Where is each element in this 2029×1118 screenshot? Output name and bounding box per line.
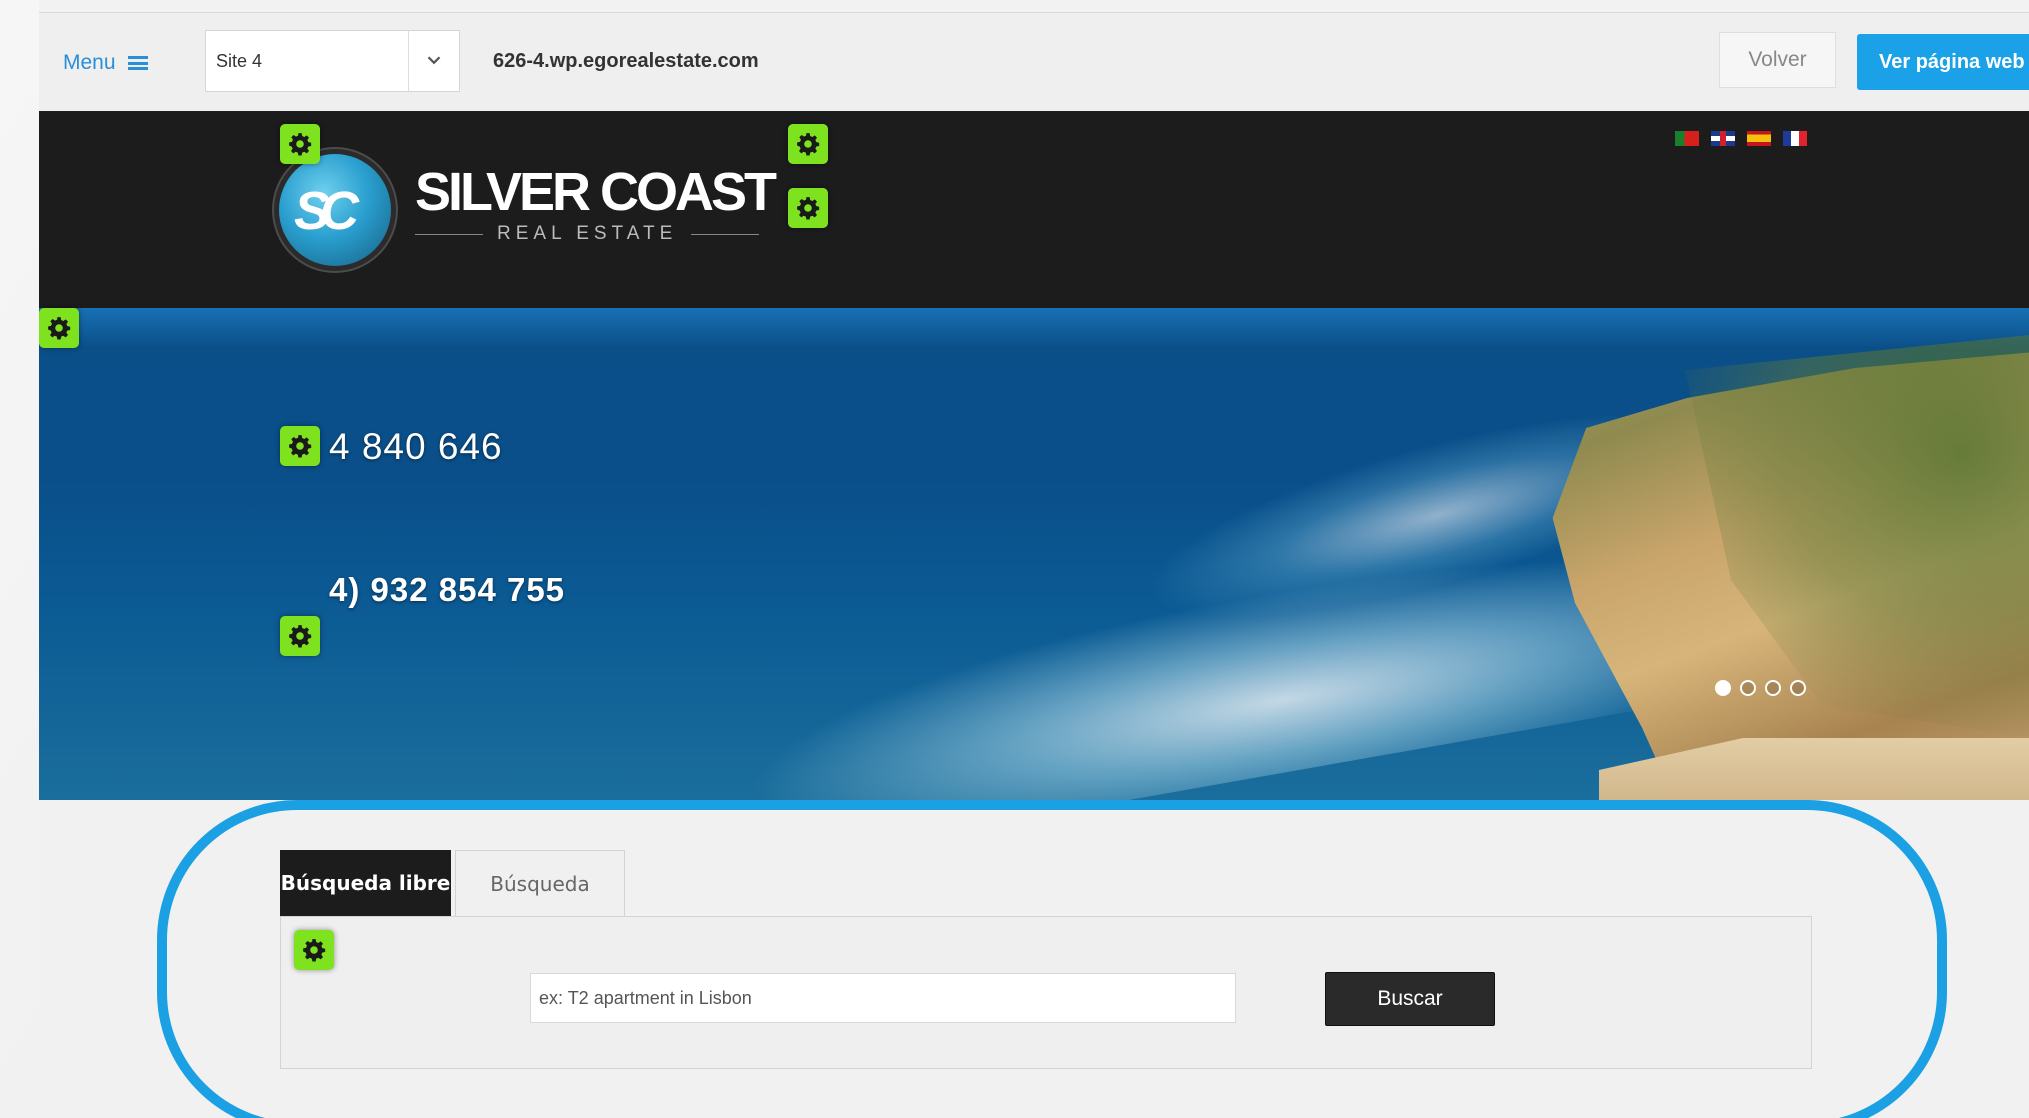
gear-icon[interactable] [788,188,828,228]
chevron-down-icon [427,56,441,65]
logo-title: SILVER COAST [415,162,777,222]
logo-initials: SC [294,181,359,241]
hero-horizon [39,308,2029,348]
slider-dot[interactable] [1715,680,1731,696]
admin-toolbar: Menu Site 4 626-4.wp.egorealestate.com V… [39,12,2029,112]
hamburger-icon [127,56,148,70]
select-divider [408,31,409,91]
gear-icon[interactable] [294,930,334,970]
logo-subtitle-text: REAL ESTATE [497,223,678,244]
gear-icon[interactable] [788,124,828,164]
logo-subtitle: REAL ESTATE [415,223,760,245]
slider-dot[interactable] [1740,680,1756,696]
es-flag-icon[interactable] [1747,131,1771,146]
site-select[interactable]: Site 4 [205,30,460,92]
site-select-value: Site 4 [216,51,263,71]
highlight-annotation [157,800,1947,1118]
uk-flag-icon[interactable] [1711,131,1735,146]
back-button[interactable]: Volver [1719,32,1836,88]
editor-frame: Menu Site 4 626-4.wp.egorealestate.com V… [39,0,2029,1118]
site-domain: 626-4.wp.egorealestate.com [493,50,759,72]
gear-icon[interactable] [280,426,320,466]
slider-dot[interactable] [1790,680,1806,696]
logo-divider [691,233,760,235]
site-header: SC SILVER COAST REAL ESTATE [39,111,2029,308]
logo-divider [415,233,483,235]
fr-flag-icon[interactable] [1783,131,1807,146]
slider-dot[interactable] [1765,680,1781,696]
menu-button[interactable]: Menu [63,51,148,75]
view-website-button[interactable]: Ver página web [1857,34,2029,90]
pt-flag-icon[interactable] [1675,131,1699,146]
hero-banner: 4 840 646 4) 932 854 755 [39,308,2029,800]
slider-pagination [1715,680,1806,696]
gear-icon[interactable] [39,308,79,348]
phone-number-1: 4 840 646 [329,426,503,467]
language-switcher [1675,131,1807,146]
phone-number-2: 4) 932 854 755 [329,571,566,608]
logo-emblem: SC [279,154,391,266]
gear-icon[interactable] [280,124,320,164]
gear-icon[interactable] [280,616,320,656]
menu-label: Menu [63,51,116,74]
